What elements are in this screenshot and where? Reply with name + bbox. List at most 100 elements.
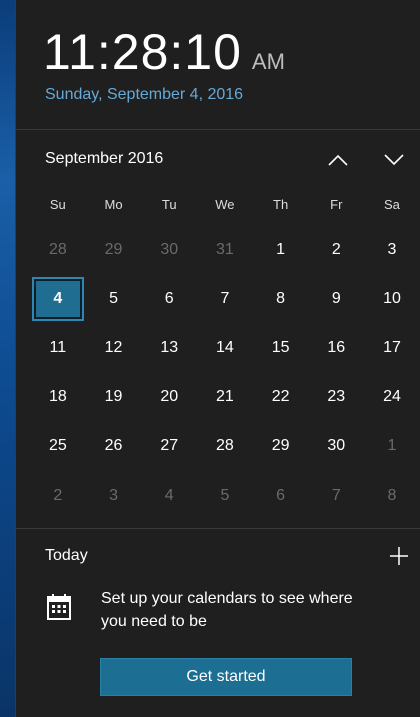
calendar-day[interactable]: 14 (197, 323, 253, 372)
clock-date[interactable]: Sunday, September 4, 2016 (45, 86, 243, 104)
calendar-day-number: 29 (104, 240, 123, 258)
calendar-day-number: 26 (104, 437, 123, 455)
calendar-day[interactable]: 31 (197, 225, 253, 274)
calendar-day[interactable]: 10 (364, 274, 420, 323)
calendar-day[interactable]: 7 (197, 274, 253, 323)
calendar-day[interactable]: 9 (308, 274, 364, 323)
calendar-day-number: 11 (49, 338, 67, 356)
calendar-day-number: 2 (331, 240, 341, 258)
calendar-day-number: 1 (276, 240, 286, 258)
calendar-day-today[interactable]: 4 (30, 274, 86, 323)
calendar-day-number: 10 (383, 289, 401, 307)
calendar-day-number: 29 (271, 437, 290, 455)
calendar-day[interactable]: 29 (253, 422, 309, 471)
agenda-section: Today Set up your calendars to see where… (16, 528, 420, 717)
weekday-label: We (215, 197, 235, 212)
next-month-button[interactable] (380, 146, 408, 174)
calendar-day[interactable]: 12 (86, 323, 142, 372)
calendar-day[interactable]: 25 (30, 422, 86, 471)
calendar-day[interactable]: 18 (30, 373, 86, 422)
calendar-day[interactable]: 19 (86, 373, 142, 422)
calendar-day-number: 7 (220, 289, 230, 307)
calendar-day-number: 3 (387, 240, 397, 258)
calendar-day-number: 14 (216, 338, 234, 356)
month-label[interactable]: September 2016 (45, 150, 163, 168)
calendar-day-number: 8 (276, 289, 286, 307)
calendar-day-number: 7 (331, 486, 341, 504)
calendar-day-number: 17 (383, 338, 401, 356)
calendar-day[interactable]: 2 (30, 471, 86, 520)
agenda-title: Today (45, 547, 88, 564)
chevron-down-icon (384, 154, 404, 166)
calendar-day-number: 30 (160, 240, 179, 258)
calendar-day[interactable]: 22 (253, 373, 309, 422)
calendar-day[interactable]: 1 (253, 225, 309, 274)
calendar-day-number: 22 (271, 388, 290, 406)
calendar-flyout-screen: 11:28:10 AM Sunday, September 4, 2016 Sep… (0, 0, 420, 717)
calendar-day-number: 2 (53, 486, 63, 504)
weekday-label: Sa (384, 197, 400, 212)
calendar-day[interactable]: 28 (197, 422, 253, 471)
calendar-day[interactable]: 5 (197, 471, 253, 520)
calendar-day[interactable]: 2 (308, 225, 364, 274)
add-event-button[interactable] (386, 543, 412, 569)
calendar-day[interactable]: 11 (30, 323, 86, 372)
calendar-day[interactable]: 24 (364, 373, 420, 422)
calendar-day-number: 13 (160, 338, 179, 356)
calendar-day[interactable]: 26 (86, 422, 142, 471)
calendar-day-number: 23 (327, 388, 346, 406)
clock-section: 11:28:10 AM Sunday, September 4, 2016 (16, 0, 420, 130)
calendar-day[interactable]: 1 (364, 422, 420, 471)
calendar-day[interactable]: 28 (30, 225, 86, 274)
calendar-day-number: 6 (276, 486, 286, 504)
calendar-day-number: 3 (109, 486, 118, 504)
calendar-day-number: 24 (383, 388, 401, 406)
calendar-day[interactable]: 3 (86, 471, 142, 520)
clock-time: 11:28:10 AM (43, 22, 285, 92)
calendar-day-number: 4 (164, 486, 174, 504)
calendar-day[interactable]: 8 (253, 274, 309, 323)
calendar-day[interactable]: 27 (141, 422, 197, 471)
calendar-day-number: 20 (160, 388, 179, 406)
calendar-flyout: 11:28:10 AM Sunday, September 4, 2016 Sep… (15, 0, 420, 717)
calendar-icon (47, 594, 71, 620)
weekday-header: Su Mo Tu We Th Fr Sa (30, 195, 420, 215)
calendar-day[interactable]: 13 (141, 323, 197, 372)
calendar-day-number: 18 (48, 388, 67, 406)
calendar-day[interactable]: 3 (364, 225, 420, 274)
calendar-day-number: 28 (48, 240, 67, 258)
calendar-day[interactable]: 29 (86, 225, 142, 274)
calendar-day-number: 4 (53, 289, 63, 307)
calendar-day[interactable]: 30 (141, 225, 197, 274)
calendar-day[interactable]: 5 (86, 274, 142, 323)
desktop-background (0, 0, 15, 717)
calendar-day-number: 30 (327, 437, 346, 455)
calendar-day-number: 25 (48, 437, 67, 455)
agenda-message: Set up your calendars to see where you n… (101, 590, 353, 630)
calendar-day[interactable]: 20 (141, 373, 197, 422)
calendar-day-number: 5 (109, 289, 118, 307)
calendar-day[interactable]: 4 (141, 471, 197, 520)
weekday-label: Tu (161, 197, 177, 212)
calendar-day-grid: 28 29 30 31 1 2 3 4 5 6 7 8 9 10 11 12 13 14 15 16 17 18 19 20 2… (30, 225, 420, 520)
calendar-day[interactable]: 23 (308, 373, 364, 422)
calendar-day-number: 15 (271, 338, 290, 356)
calendar-day[interactable]: 15 (253, 323, 309, 372)
clock-ampm: AM (251, 49, 285, 74)
calendar-day-number: 9 (331, 289, 341, 307)
calendar-day[interactable]: 30 (308, 422, 364, 471)
calendar-day[interactable]: 7 (308, 471, 364, 520)
weekday-label: Th (273, 197, 289, 212)
calendar-day-number: 5 (220, 486, 230, 504)
previous-month-button[interactable] (324, 146, 352, 174)
calendar-day[interactable]: 6 (253, 471, 309, 520)
calendar-day[interactable]: 16 (308, 323, 364, 372)
calendar-day[interactable]: 17 (364, 323, 420, 372)
calendar-day[interactable]: 6 (141, 274, 197, 323)
get-started-button[interactable]: Get started (100, 658, 352, 696)
weekday-label: Mo (104, 197, 123, 212)
calendar-day[interactable]: 8 (364, 471, 420, 520)
weekday-label: Fr (330, 197, 343, 212)
calendar-day-number: 31 (216, 240, 234, 258)
calendar-day[interactable]: 21 (197, 373, 253, 422)
